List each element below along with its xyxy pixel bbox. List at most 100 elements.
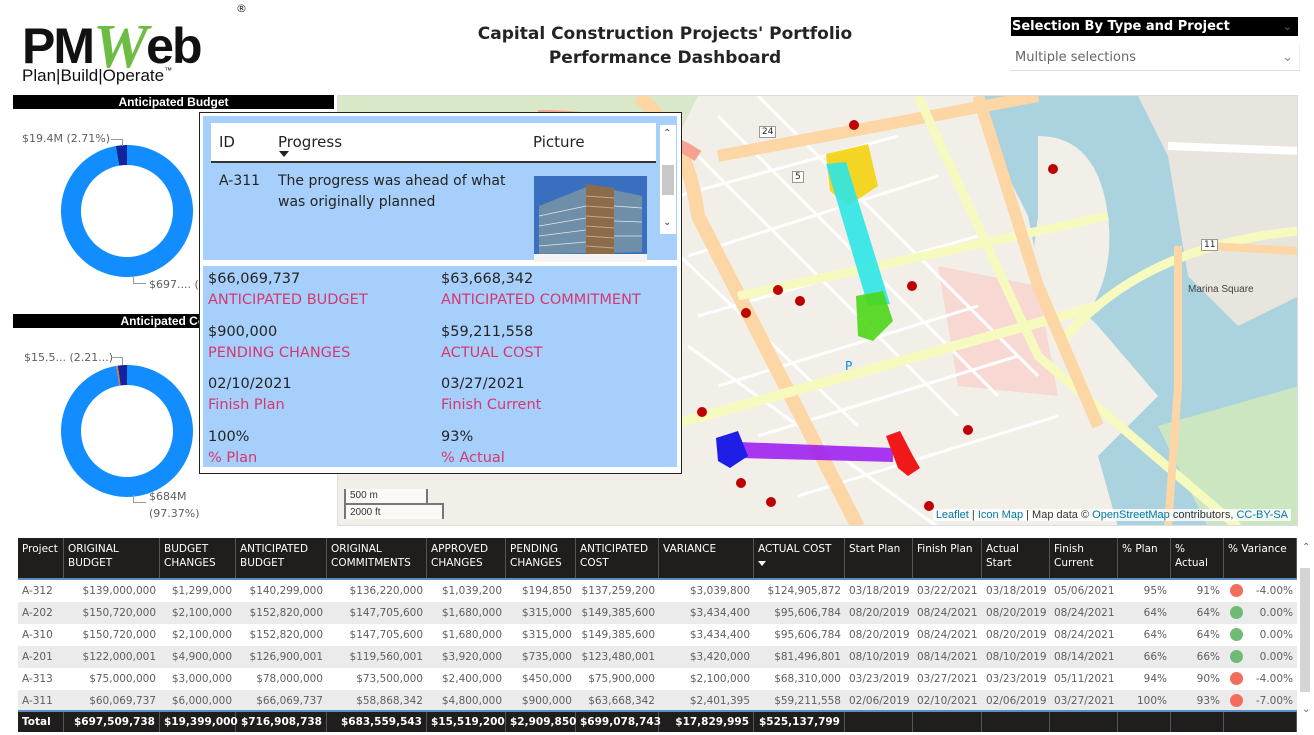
leaflet-link[interactable]: Leaflet	[936, 509, 969, 521]
cell-value: $75,000,000	[89, 673, 156, 685]
table-row[interactable]: A-201 $122,000,001 $4,900,000 $126,900,001 $…	[18, 646, 1297, 668]
scroll-thumb[interactable]	[662, 165, 674, 195]
icon-map-link[interactable]: Icon Map	[978, 509, 1023, 521]
scroll-up-icon[interactable]: ⌃	[663, 128, 671, 139]
col-header-label: BUDGET CHANGES	[164, 543, 216, 569]
col-header-anticipated-budget[interactable]: ANTICIPATED BUDGET	[236, 538, 327, 578]
scroll-down-icon[interactable]: ⌄	[1302, 704, 1310, 715]
chevron-down-icon[interactable]: ⌄	[1282, 44, 1293, 71]
cc-by-sa-link[interactable]: CC-BY-SA	[1236, 509, 1288, 521]
cell-value: 08/20/2019	[849, 607, 910, 619]
kpi-label: ANTICIPATED COMMITMENT	[441, 292, 641, 308]
cell-value: $3,434,400	[689, 629, 750, 641]
cell-approved-changes: $1,680,000	[427, 624, 506, 646]
anticipated-budget-header: Anticipated Budget	[13, 95, 334, 109]
cell-pct-plan: 100%	[1118, 690, 1171, 710]
scroll-down-icon[interactable]: ⌄	[663, 217, 671, 228]
col-header-progress[interactable]: Progress	[278, 133, 342, 151]
road-shield-24: 24	[759, 126, 777, 138]
cell-start-plan: 03/18/2019	[845, 580, 913, 602]
cell-variance: $3,434,400	[659, 602, 754, 624]
scale-imperial: 2000 ft	[344, 503, 444, 519]
col-header-label: Start Plan	[849, 543, 901, 555]
table-row[interactable]: A-311 $60,069,737 $6,000,000 $66,069,737 $58…	[18, 690, 1297, 710]
route-purple[interactable]	[738, 442, 893, 462]
col-header-pct-actual[interactable]: % Actual	[1171, 538, 1224, 578]
attrib-text: contributors,	[1169, 509, 1237, 521]
cell-finish-plan: 08/24/2021	[913, 602, 982, 624]
anticipated-budget-donut[interactable]	[61, 145, 193, 277]
cell-value: $66,069,737	[256, 695, 323, 707]
kpi-actual-cost: $59,211,558 ACTUAL COST	[441, 322, 542, 364]
col-header-original-commitments[interactable]: ORIGINAL COMMITMENTS	[327, 538, 427, 578]
cell-value: $2,401,395	[689, 695, 750, 707]
progress-table-scrollbar[interactable]: ⌃ ⌄	[660, 125, 676, 234]
cell-finish-current: 05/06/2021	[1050, 580, 1118, 602]
table-scrollbar[interactable]: ⌃ ⌄	[1298, 538, 1314, 732]
col-header-pct-plan[interactable]: % Plan	[1118, 538, 1171, 578]
table-header: Project ORIGINAL BUDGET BUDGET CHANGES ANTI…	[18, 538, 1297, 580]
cell-pct-variance: -4.00%	[1224, 580, 1297, 602]
cell-approved-changes: $1,680,000	[427, 602, 506, 624]
cell-value: $1,680,000	[441, 629, 502, 641]
table-row[interactable]: A-312 $139,000,000 $1,299,000 $140,299,000 $…	[18, 580, 1297, 602]
total-pct-plan	[1118, 712, 1171, 732]
chevron-down-icon[interactable]: ⌄	[1283, 17, 1292, 36]
cell-variance: $3,420,000	[659, 646, 754, 668]
col-header-actual-cost[interactable]: ACTUAL COST	[754, 538, 845, 578]
col-header-project[interactable]: Project	[18, 538, 64, 578]
col-header-finish-plan[interactable]: Finish Plan	[913, 538, 982, 578]
col-header-original-budget[interactable]: ORIGINAL BUDGET	[64, 538, 160, 578]
kpi-label: % Plan	[208, 450, 258, 466]
cell-project: A-202	[18, 602, 64, 624]
cell-value: 0.00%	[1259, 651, 1293, 663]
table-row[interactable]: A-310 $150,720,000 $2,100,000 $152,820,000 $…	[18, 624, 1297, 646]
road-shield-11: 11	[1201, 239, 1219, 251]
col-header-label: ANTICIPATED COST	[580, 543, 649, 569]
sort-desc-icon[interactable]	[758, 561, 766, 566]
col-header-budget-changes[interactable]: BUDGET CHANGES	[160, 538, 236, 578]
cell-value: 08/24/2021	[917, 629, 978, 641]
col-header-label: ANTICIPATED BUDGET	[240, 543, 309, 569]
scroll-thumb[interactable]	[1300, 568, 1310, 692]
cell-value: 08/20/2019	[849, 629, 910, 641]
kpi-pct-actual: 93% % Actual	[441, 427, 505, 469]
total-original-budget: $697,509,738	[64, 712, 160, 732]
leader-line	[111, 357, 123, 365]
col-header-approved-changes[interactable]: APPROVED CHANGES	[427, 538, 506, 578]
scroll-up-icon[interactable]: ⌃	[1302, 542, 1310, 553]
cell-value: 90%	[1196, 673, 1220, 685]
row-id: A-311	[219, 173, 261, 189]
col-header-anticipated-cost[interactable]: ANTICIPATED COST	[576, 538, 659, 578]
cell-value: $3,000,000	[171, 673, 232, 685]
slicer-header[interactable]: Selection By Type and Project ⌄	[1011, 17, 1298, 36]
kpi-label: Finish Current	[441, 397, 542, 413]
cell-value: $4,900,000	[171, 651, 232, 663]
col-header-variance[interactable]: VARIANCE	[659, 538, 754, 578]
cell-value: 05/11/2021	[1054, 673, 1115, 685]
cell-finish-plan: 03/27/2021	[913, 668, 982, 690]
openstreetmap-link[interactable]: OpenStreetMap	[1092, 509, 1170, 521]
col-header-pct-variance[interactable]: % Variance	[1224, 538, 1297, 578]
col-header-actual-start[interactable]: Actual Start	[982, 538, 1050, 578]
project-selection-dropdown[interactable]: Multiple selections ⌄	[1010, 44, 1300, 71]
cell-value: $150,720,000	[82, 629, 156, 641]
cell-value: 08/14/2021	[917, 651, 978, 663]
col-header-pending-changes[interactable]: PENDING CHANGES	[506, 538, 576, 578]
cell-approved-changes: $3,920,000	[427, 646, 506, 668]
table-row[interactable]: A-202 $150,720,000 $2,100,000 $152,820,000 $…	[18, 602, 1297, 624]
sort-desc-icon[interactable]	[279, 151, 289, 157]
table-row[interactable]: A-313 $75,000,000 $3,000,000 $78,000,000 $73…	[18, 668, 1297, 690]
cell-value: $450,000	[521, 673, 572, 685]
cell-value: $63,668,342	[588, 695, 655, 707]
col-header-finish-current[interactable]: Finish Current	[1050, 538, 1118, 578]
project-site-blue[interactable]	[716, 431, 748, 468]
col-header-id[interactable]: ID	[219, 133, 235, 151]
anticipated-commitment-donut[interactable]	[61, 365, 193, 497]
cell-value: $81,496,801	[774, 651, 841, 663]
tagline-text: Plan|Build|Operate	[22, 66, 165, 85]
cell-anticipated-budget: $152,820,000	[236, 602, 327, 624]
col-header-picture[interactable]: Picture	[533, 133, 585, 151]
col-header-start-plan[interactable]: Start Plan	[845, 538, 913, 578]
kpi-value: $66,069,737	[208, 271, 301, 287]
